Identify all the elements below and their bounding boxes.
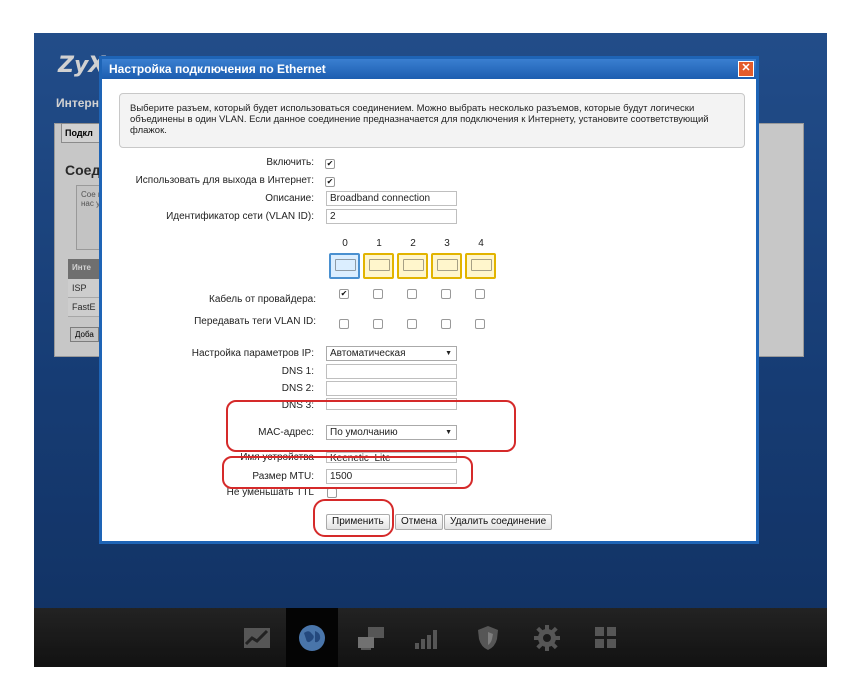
vlan-id-input[interactable]: 2 bbox=[326, 209, 457, 224]
ethernet-port-2-icon bbox=[397, 253, 428, 279]
tags-port-0-checkbox[interactable] bbox=[339, 319, 349, 329]
highlight-mtu bbox=[222, 456, 473, 489]
ethernet-port-0-icon bbox=[329, 253, 360, 279]
cable-port-4-checkbox[interactable] bbox=[475, 289, 485, 299]
ethernet-settings-dialog: Настройка подключения по Ethernet ✕ Выбе… bbox=[99, 56, 759, 544]
description-input[interactable]: Broadband connection bbox=[326, 191, 457, 206]
tags-port-4-checkbox[interactable] bbox=[475, 319, 485, 329]
vlan-tags-label: Передавать теги VLAN ID: bbox=[194, 316, 316, 327]
internet-label: Использовать для выхода в Интернет: bbox=[135, 175, 314, 186]
ethernet-port-3-icon bbox=[431, 253, 462, 279]
delete-connection-button[interactable]: Удалить соединение bbox=[444, 514, 553, 530]
tags-port-3-checkbox[interactable] bbox=[441, 319, 451, 329]
ethernet-port-1-icon bbox=[363, 253, 394, 279]
ip-settings-label: Настройка параметров IP: bbox=[191, 348, 314, 359]
enable-checkbox[interactable]: ✔ bbox=[325, 159, 335, 169]
highlight-mac bbox=[226, 400, 516, 452]
ethernet-port-4-icon bbox=[465, 253, 496, 279]
cable-port-2-checkbox[interactable] bbox=[407, 289, 417, 299]
tags-port-1-checkbox[interactable] bbox=[373, 319, 383, 329]
chevron-down-icon: ▼ bbox=[445, 350, 452, 357]
port-number-2: 2 bbox=[410, 238, 416, 249]
cable-port-3-checkbox[interactable] bbox=[441, 289, 451, 299]
dns1-label: DNS 1: bbox=[281, 366, 314, 377]
cancel-button[interactable]: Отмена bbox=[395, 514, 443, 530]
ip-settings-select[interactable]: Автоматическая ▼ bbox=[326, 346, 457, 361]
enable-label: Включить: bbox=[266, 157, 314, 168]
highlight-apply bbox=[313, 499, 394, 537]
dns2-input[interactable] bbox=[326, 381, 457, 396]
ttl-checkbox[interactable] bbox=[327, 488, 337, 498]
cable-label: Кабель от провайдера: bbox=[209, 294, 316, 305]
dialog-title: Настройка подключения по Ethernet bbox=[102, 59, 756, 79]
port-number-3: 3 bbox=[444, 238, 450, 249]
info-box: Выберите разъем, который будет использов… bbox=[119, 93, 745, 148]
description-label: Описание: bbox=[265, 193, 314, 204]
dns1-input[interactable] bbox=[326, 364, 457, 379]
cable-port-0-checkbox[interactable]: ✔ bbox=[339, 289, 349, 299]
tags-port-2-checkbox[interactable] bbox=[407, 319, 417, 329]
vlan-id-label: Идентификатор сети (VLAN ID): bbox=[166, 211, 314, 222]
cable-port-1-checkbox[interactable] bbox=[373, 289, 383, 299]
ip-settings-value: Автоматическая bbox=[330, 348, 406, 359]
internet-checkbox[interactable]: ✔ bbox=[325, 177, 335, 187]
close-icon[interactable]: ✕ bbox=[738, 61, 754, 77]
port-number-4: 4 bbox=[478, 238, 484, 249]
port-number-0: 0 bbox=[342, 238, 348, 249]
port-number-1: 1 bbox=[376, 238, 382, 249]
dns2-label: DNS 2: bbox=[281, 383, 314, 394]
